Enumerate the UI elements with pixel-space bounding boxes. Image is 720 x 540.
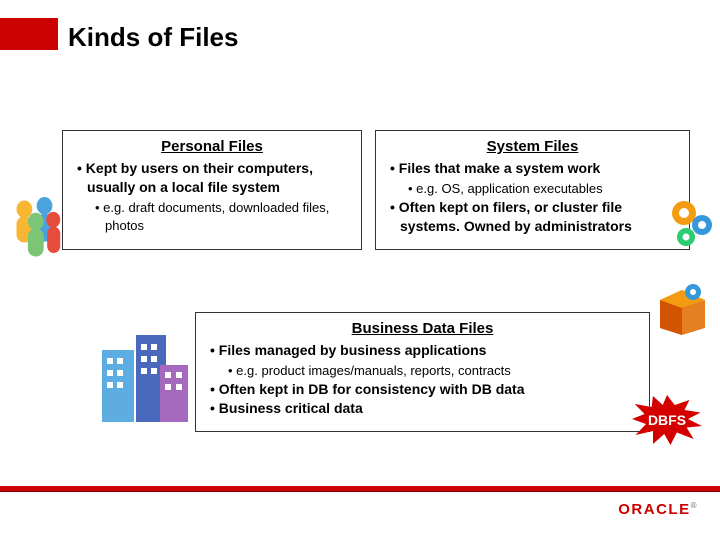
footer-accent-bar <box>0 486 720 492</box>
card-heading: Business Data Files <box>206 319 639 339</box>
starburst-badge: DBFS <box>632 395 702 445</box>
bullet: Often kept on filers, or cluster file sy… <box>390 198 679 236</box>
software-box-icon <box>655 280 710 335</box>
bullet: Often kept in DB for consistency with DB… <box>210 380 639 399</box>
bullet: Files managed by business applications <box>210 341 639 360</box>
badge-label: DBFS <box>632 395 702 445</box>
sub-bullet: e.g. product images/manuals, reports, co… <box>228 362 639 380</box>
buildings-icon <box>100 330 190 425</box>
oracle-logo: ORACLE® <box>618 501 698 518</box>
people-icon <box>10 190 65 260</box>
slide-title: Kinds of Files <box>68 22 238 53</box>
card-personal-files: Personal Files Kept by users on their co… <box>62 130 362 250</box>
bullet: Files that make a system work <box>390 159 679 178</box>
gears-icon <box>666 195 716 250</box>
sub-bullet: e.g. draft documents, downloaded files, … <box>95 199 351 234</box>
accent-block <box>0 18 58 50</box>
sub-bullet: e.g. OS, application executables <box>408 180 679 198</box>
bullet: Kept by users on their computers, usuall… <box>77 159 351 197</box>
card-heading: Personal Files <box>73 137 351 157</box>
logo-text: ORACLE <box>618 501 690 518</box>
bullet: Business critical data <box>210 399 639 418</box>
card-system-files: System Files Files that make a system wo… <box>375 130 690 250</box>
card-business-files: Business Data Files Files managed by bus… <box>195 312 650 432</box>
card-heading: System Files <box>386 137 679 157</box>
